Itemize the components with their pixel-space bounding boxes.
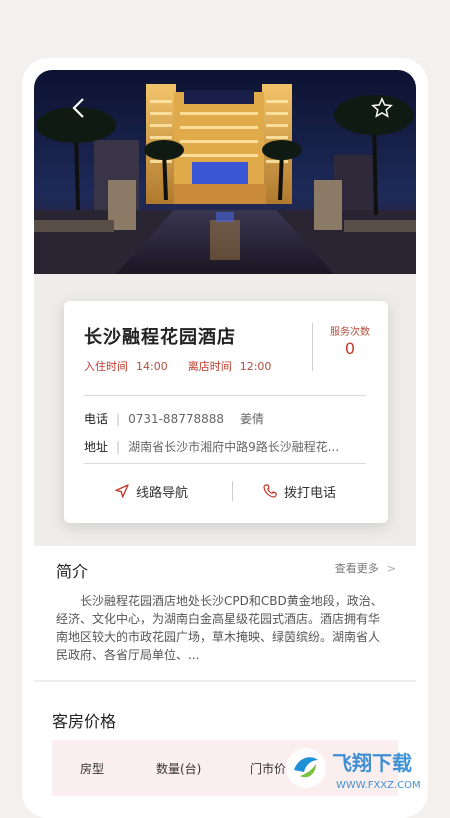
intro-text: 长沙融程花园酒店地处长沙CPD和CBD黄金地段，政治、经济、文化中心，为湖南白金… (56, 594, 383, 662)
chevron-left-icon (72, 98, 84, 118)
stay-times: 入住时间 14:00 离店时间 12:00 (84, 358, 271, 374)
star-outline-icon (371, 97, 393, 118)
service-divider (312, 323, 313, 371)
phone-icon (263, 484, 277, 498)
divider (84, 395, 366, 396)
column-header-quantity: 数量(台) (156, 762, 202, 776)
route-navigation-button[interactable]: 线路导航 (114, 479, 188, 503)
hotel-photo (34, 70, 416, 274)
phone-row[interactable]: 电话 | 0731-88778888 姜倩 (84, 410, 264, 427)
phone-label: 电话 (84, 412, 109, 426)
contact-name: 姜倩 (240, 412, 265, 426)
hotel-info-card: 长沙融程花园酒店 入住时间 14:00 离店时间 12:00 服务次数 0 电话 | 07… (64, 301, 388, 523)
checkin-label: 入住时间 (84, 360, 128, 373)
navigation-arrow-icon (115, 484, 129, 498)
address-row[interactable]: 地址 | 湖南省长沙市湘府中路9路长沙融程花... (84, 438, 339, 455)
see-more-label: 查看更多 (334, 562, 379, 575)
service-count-label: 服务次数 (330, 327, 370, 338)
checkin-time: 14:00 (136, 360, 168, 373)
watermark-logo: 飞翔下载 WWW.FXXZ.COM (280, 744, 440, 796)
checkout-label: 离店时间 (187, 360, 232, 373)
call-button[interactable]: 拨打电话 (262, 479, 336, 503)
room-price-title: 客房价格 (52, 712, 117, 731)
svg-text:飞翔下载: 飞翔下载 (332, 751, 412, 775)
column-header-room-type: 房型 (80, 762, 105, 776)
route-navigation-label: 线路导航 (136, 485, 189, 501)
see-more-link[interactable]: 查看更多 > (335, 560, 396, 576)
service-count-value: 0 (344, 339, 356, 358)
favorite-button[interactable] (366, 92, 398, 124)
watermark-graphic: 飞翔下载 WWW.FXXZ.COM (286, 748, 421, 791)
checkout-time: 12:00 (239, 360, 272, 373)
intro-section: 简介 查看更多 > 长沙融程花园酒店地处长沙CPD和CBD黄金地段，政治、经济、文… (34, 546, 416, 680)
action-divider (232, 481, 233, 501)
address-label: 地址 (84, 440, 109, 454)
phone-value: 0731-88778888 (128, 412, 225, 426)
intro-title: 简介 (56, 562, 89, 581)
svg-text:WWW.FXXZ.COM: WWW.FXXZ.COM (336, 780, 421, 791)
back-button[interactable] (62, 92, 94, 124)
address-value: 湖南省长沙市湘府中路9路长沙融程花... (128, 440, 340, 454)
hotel-detail-screen: 长沙融程花园酒店 入住时间 14:00 离店时间 12:00 服务次数 0 电话 | 07… (34, 70, 416, 800)
hotel-name: 长沙融程花园酒店 (84, 327, 236, 348)
divider (84, 463, 366, 464)
call-label: 拨打电话 (284, 485, 337, 501)
chevron-right-icon: > (386, 562, 396, 575)
